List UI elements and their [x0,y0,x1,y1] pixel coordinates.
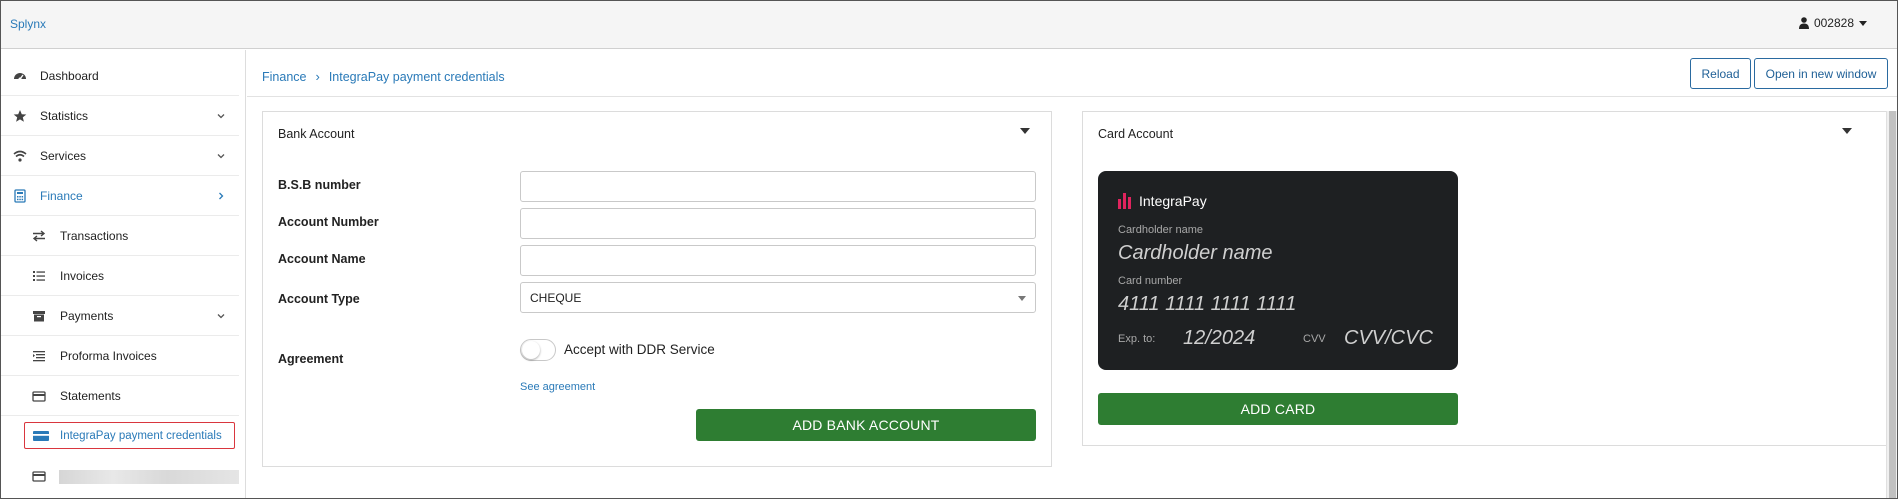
open-new-window-button[interactable]: Open in new window [1754,58,1888,89]
cardholder-name-value[interactable]: Cardholder name [1118,242,1273,265]
cardholder-caption: Cardholder name [1118,224,1203,236]
calculator-icon [14,188,26,203]
agreement-label: Agreement [278,352,344,366]
indent-list-icon [33,350,45,361]
credit-card-icon [32,390,46,402]
cvv-value[interactable]: CVV/CVC [1344,327,1433,350]
sidebar-item-label: Services [40,148,87,163]
star-icon [13,109,27,122]
sidebar-item-invoices[interactable]: Invoices [1,256,239,296]
sidebar-item-label: Dashboard [40,68,99,83]
bsb-label: B.S.B number [278,178,361,192]
sidebar-item-label: Transactions [60,228,129,243]
sidebar: Dashboard Statistics Services Finance Tr… [1,50,246,498]
blurred-label [59,470,239,484]
sidebar-item-label: Statistics [40,108,89,123]
card-account-panel: Card Account IntegraPay Cardholder name … [1082,111,1892,446]
scrollbar[interactable] [1886,111,1897,498]
sidebar-item-label: Invoices [60,268,105,283]
sidebar-item-services[interactable]: Services [1,136,239,176]
sidebar-item-label: Proforma Invoices [60,348,157,363]
user-icon [1798,17,1809,29]
exp-caption: Exp. to: [1118,333,1156,345]
sidebar-item-label: Statements [60,388,121,403]
top-bar: Splynx 002828 [1,1,1897,49]
list-icon [33,270,45,281]
account-number-input[interactable] [520,208,1036,239]
card-number-caption: Card number [1118,275,1183,287]
sidebar-item-proforma-invoices[interactable]: Proforma Invoices [1,336,239,376]
breadcrumb-current: IntegraPay payment credentials [328,69,505,84]
see-agreement-link[interactable]: See agreement [520,381,595,393]
sidebar-item-statements[interactable]: Statements [1,376,239,416]
account-name-input[interactable] [520,245,1036,276]
collapse-caret-icon[interactable] [1842,128,1852,134]
sidebar-item-payments[interactable]: Payments [1,296,239,336]
chevron-down-icon [217,313,225,318]
account-number-label: Account Number [278,215,379,229]
add-bank-account-button[interactable]: ADD BANK ACCOUNT [696,409,1036,441]
ddr-label: Accept with DDR Service [564,342,715,357]
sidebar-item-integrapay-credentials[interactable]: IntegraPay payment credentials [24,422,235,449]
exchange-icon [32,229,46,242]
dashboard-icon [14,72,26,80]
sidebar-item-label: Payments [60,308,114,323]
scrollbar-thumb[interactable] [1889,111,1896,498]
credit-card-preview: IntegraPay Cardholder name Cardholder na… [1098,171,1458,370]
panel-title: Card Account [1098,127,1174,141]
collapse-caret-icon[interactable] [1020,128,1030,134]
breadcrumb: Finance › IntegraPay payment credentials [262,69,505,84]
card-number-value[interactable]: 4111 1111 1111 1111 [1118,293,1296,316]
account-type-label: Account Type [278,292,360,306]
cvv-caption: CVV [1303,333,1326,345]
card-brand: IntegraPay [1139,193,1207,209]
reload-button[interactable]: Reload [1690,58,1751,89]
sidebar-item-finance[interactable]: Finance [1,176,239,216]
sidebar-item-dashboard[interactable]: Dashboard [1,56,239,96]
chevron-right-icon: › [315,69,320,84]
breadcrumb-finance[interactable]: Finance [262,70,306,84]
account-name-label: Account Name [278,252,366,266]
credit-card-icon [33,430,49,441]
caret-down-icon [1859,20,1867,26]
integrapay-logo-icon [1118,193,1131,209]
chevron-down-icon [217,153,225,158]
sidebar-item-transactions[interactable]: Transactions [1,216,239,256]
user-id: 002828 [1813,16,1854,30]
sidebar-item-label: Finance [40,188,83,203]
user-menu[interactable]: 002828 [1798,16,1867,30]
sidebar-item-label: IntegraPay payment credentials [60,429,222,442]
chevron-right-icon [219,192,224,199]
panel-title: Bank Account [278,127,355,141]
integrapay-logo: IntegraPay [1118,193,1207,209]
account-type-select[interactable]: CHEQUE [520,282,1036,313]
bank-account-panel: Bank Account B.S.B number Account Number… [262,111,1052,467]
wifi-icon [13,150,27,162]
credit-card-icon [32,471,46,482]
dropdown-arrow-icon [1018,296,1026,301]
ddr-toggle[interactable] [520,339,556,361]
archive-icon [33,310,45,321]
brand-link[interactable]: Splynx [10,17,46,31]
account-type-value: CHEQUE [530,290,582,305]
exp-value[interactable]: 12/2024 [1183,327,1255,350]
divider [247,96,1897,97]
sidebar-item-statistics[interactable]: Statistics [1,96,239,136]
bsb-input[interactable] [520,171,1036,202]
add-card-button[interactable]: ADD CARD [1098,393,1458,425]
toggle-knob [522,341,540,359]
chevron-down-icon [217,113,225,118]
